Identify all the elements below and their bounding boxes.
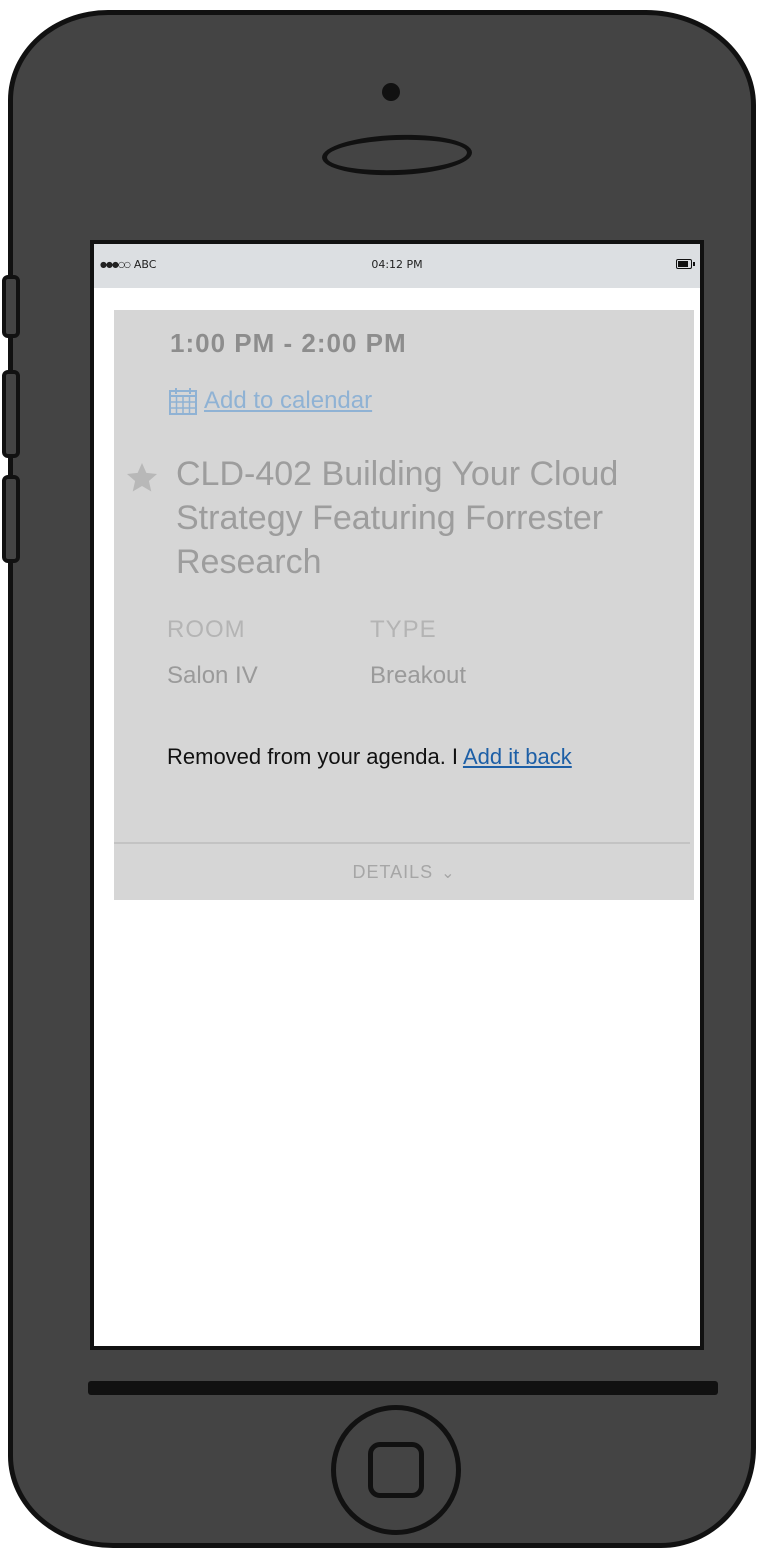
type-value: Breakout [370,662,467,689]
screen: ●●●○○ ABC 04:12 PM 1:00 PM - 2:00 PM Add… [90,240,704,1350]
home-button[interactable] [331,1405,461,1535]
phone-bottom-bar [88,1381,718,1395]
type-label: TYPE [370,616,437,643]
details-label: DETAILS [352,862,434,882]
add-to-calendar-label: Add to calendar [204,387,373,414]
status-time: 04:12 PM [371,258,423,271]
details-toggle[interactable]: DETAILS ⌄ [114,862,694,883]
side-button-1[interactable] [2,275,20,338]
home-square-icon [368,1442,424,1498]
side-button-2[interactable] [2,370,20,458]
chevron-down-icon: ⌄ [441,865,456,882]
session-card: 1:00 PM - 2:00 PM Add to calendar CLD-40… [114,310,694,900]
side-button-3[interactable] [2,475,20,563]
star-icon[interactable] [124,460,160,496]
status-bar: ●●●○○ ABC 04:12 PM [94,244,700,288]
session-time-range: 1:00 PM - 2:00 PM [170,328,407,358]
room-value: Salon IV [167,662,258,689]
room-label: ROOM [167,616,246,643]
session-title: CLD-402 Building Your Cloud Strategy Fea… [176,455,619,581]
card-divider [114,842,690,844]
add-it-back-link[interactable]: Add it back [463,744,572,769]
battery-icon [676,259,695,269]
phone-frame: ●●●○○ ABC 04:12 PM 1:00 PM - 2:00 PM Add… [8,10,756,1548]
calendar-icon [169,388,197,415]
add-to-calendar-link[interactable]: Add to calendar [168,386,372,416]
removed-text: Removed from your agenda. I [167,744,463,769]
removed-message: Removed from your agenda. I Add it back [167,744,572,770]
camera-icon [382,83,400,101]
speaker-icon [321,132,473,178]
